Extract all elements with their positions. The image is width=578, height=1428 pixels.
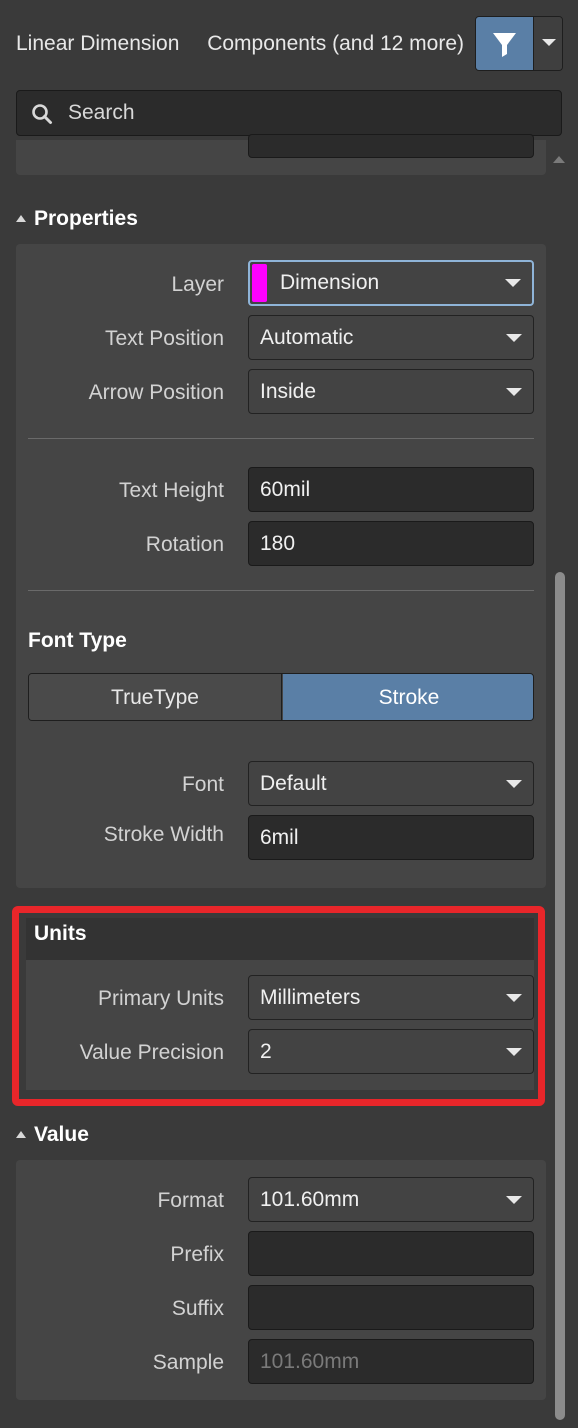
chevron-down-icon bbox=[506, 1195, 522, 1204]
arrow-position-label: Arrow Position bbox=[88, 381, 224, 404]
layer-value: Dimension bbox=[280, 271, 380, 294]
font-dropdown[interactable]: Default bbox=[248, 761, 534, 806]
text-height-input[interactable]: 60mil bbox=[248, 467, 534, 512]
previous-field[interactable] bbox=[248, 134, 534, 158]
funnel-icon bbox=[493, 33, 516, 57]
text-position-value: Automatic bbox=[260, 325, 354, 349]
font-type-toggle[interactable]: TrueType Stroke bbox=[28, 673, 534, 721]
stroke-width-value: 6mil bbox=[260, 825, 299, 849]
stroke-width-label: Stroke Width bbox=[103, 823, 224, 846]
layer-dropdown[interactable]: Dimension bbox=[248, 260, 534, 306]
filter-dropdown-button[interactable] bbox=[533, 17, 562, 70]
previous-section-panel bbox=[16, 134, 546, 175]
prefix-input[interactable] bbox=[248, 1231, 534, 1276]
divider bbox=[28, 590, 534, 591]
search-placeholder: Search bbox=[68, 101, 135, 124]
rotation-label: Rotation bbox=[145, 533, 224, 556]
value-section-header[interactable]: Value bbox=[16, 1123, 89, 1147]
rotation-value: 180 bbox=[260, 531, 296, 555]
text-position-dropdown[interactable]: Automatic bbox=[248, 315, 534, 360]
font-value: Default bbox=[260, 771, 327, 795]
filter-button[interactable] bbox=[476, 17, 533, 70]
properties-section-header[interactable]: Properties bbox=[16, 207, 138, 231]
properties-title: Properties bbox=[34, 207, 138, 230]
text-position-label: Text Position bbox=[104, 327, 224, 350]
suffix-input[interactable] bbox=[248, 1285, 534, 1330]
collapse-triangle-icon bbox=[16, 215, 26, 222]
format-dropdown[interactable]: 101.60mm bbox=[248, 1177, 534, 1222]
scroll-up-icon[interactable] bbox=[553, 156, 565, 163]
format-label: Format bbox=[157, 1189, 224, 1212]
sample-value: 101.60mm bbox=[260, 1349, 360, 1373]
truetype-label: TrueType bbox=[111, 686, 199, 709]
layer-label: Layer bbox=[171, 273, 224, 296]
font-type-title: Font Type bbox=[28, 629, 127, 652]
stroke-width-input[interactable]: 6mil bbox=[248, 815, 534, 860]
search-input[interactable]: Search bbox=[16, 90, 562, 136]
arrow-position-value: Inside bbox=[260, 379, 317, 403]
search-icon bbox=[32, 104, 52, 124]
filter-button-group[interactable] bbox=[475, 16, 563, 71]
format-value: 101.60mm bbox=[260, 1187, 360, 1211]
font-type-stroke-button[interactable]: Stroke bbox=[283, 674, 533, 720]
filter-scope-label[interactable]: Components (and 12 more) bbox=[207, 32, 464, 56]
object-type-label: Linear Dimension bbox=[16, 32, 180, 55]
chevron-down-icon bbox=[506, 387, 522, 396]
divider bbox=[28, 438, 534, 439]
layer-color-swatch bbox=[252, 264, 267, 302]
chevron-down-icon bbox=[505, 279, 521, 287]
filter-scope-container[interactable]: Components (and 12 more) bbox=[198, 28, 466, 62]
chevron-down-icon bbox=[506, 779, 522, 788]
font-type-truetype-button[interactable]: TrueType bbox=[29, 674, 282, 720]
rotation-input[interactable]: 180 bbox=[248, 521, 534, 566]
value-title: Value bbox=[34, 1123, 89, 1146]
sample-label: Sample bbox=[152, 1351, 224, 1374]
scrollbar-thumb[interactable] bbox=[555, 572, 565, 1420]
chevron-down-icon bbox=[506, 333, 522, 342]
arrow-position-dropdown[interactable]: Inside bbox=[248, 369, 534, 414]
highlight-box bbox=[12, 906, 545, 1106]
font-label: Font bbox=[181, 773, 224, 796]
stroke-label: Stroke bbox=[378, 686, 440, 709]
text-height-value: 60mil bbox=[260, 477, 311, 501]
collapse-triangle-icon bbox=[16, 1131, 26, 1138]
suffix-label: Suffix bbox=[171, 1297, 224, 1320]
text-height-label: Text Height bbox=[118, 479, 224, 502]
prefix-label: Prefix bbox=[170, 1243, 224, 1266]
chevron-down-icon bbox=[542, 39, 556, 46]
sample-field: 101.60mm bbox=[248, 1339, 534, 1384]
